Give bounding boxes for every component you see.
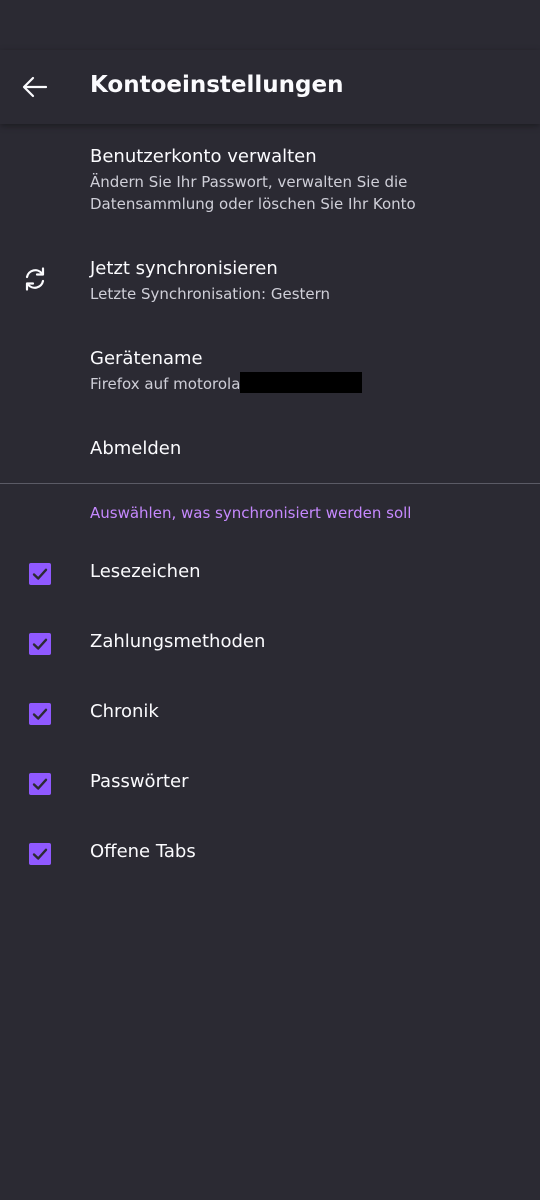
device-name-title: Gerätename xyxy=(90,348,203,369)
sync-item-history[interactable]: Chronik xyxy=(0,679,540,749)
device-name-value: Firefox auf motorola xyxy=(90,372,510,395)
checkmark-icon xyxy=(32,638,48,650)
checkbox-checked[interactable] xyxy=(29,633,51,655)
checkmark-icon xyxy=(32,568,48,580)
checkbox-checked[interactable] xyxy=(29,773,51,795)
checkbox-checked[interactable] xyxy=(29,563,51,585)
sync-item-passwords[interactable]: Passwörter xyxy=(0,749,540,819)
back-button[interactable] xyxy=(10,62,60,112)
sync-now-title: Jetzt synchronisieren xyxy=(90,258,278,279)
manage-account-summary: Ändern Sie Ihr Passwort, verwalten Sie d… xyxy=(90,173,416,213)
sync-item-label: Passwörter xyxy=(90,771,189,792)
manage-account-title: Benutzerkonto verwalten xyxy=(90,146,317,167)
sync-item-label: Lesezeichen xyxy=(90,561,201,582)
checkmark-icon xyxy=(32,848,48,860)
sync-item-open-tabs[interactable]: Offene Tabs xyxy=(0,819,540,889)
status-bar xyxy=(0,0,540,50)
toolbar: Kontoeinstellungen xyxy=(0,50,540,124)
section-divider xyxy=(0,483,540,484)
page-title: Kontoeinstellungen xyxy=(90,72,344,98)
sync-icon xyxy=(25,267,45,291)
checkbox-checked[interactable] xyxy=(29,843,51,865)
checkmark-icon xyxy=(32,708,48,720)
checkbox-checked[interactable] xyxy=(29,703,51,725)
sync-now-item[interactable]: Jetzt synchronisieren Letzte Synchronisa… xyxy=(0,244,540,320)
sync-item-label: Chronik xyxy=(90,701,159,722)
sign-out-item[interactable]: Abmelden xyxy=(0,424,540,482)
sync-item-label: Zahlungsmethoden xyxy=(90,631,266,652)
sign-out-title: Abmelden xyxy=(90,438,182,459)
manage-account-item[interactable]: Benutzerkonto verwalten Ändern Sie Ihr P… xyxy=(0,124,540,234)
sync-item-bookmarks[interactable]: Lesezeichen xyxy=(0,539,540,609)
sync-item-payment-methods[interactable]: Zahlungsmethoden xyxy=(0,609,540,679)
device-name-item[interactable]: Gerätename Firefox auf motorola xyxy=(0,334,540,410)
sync-section-header: Auswählen, was synchronisiert werden sol… xyxy=(90,504,412,522)
arrow-left-icon xyxy=(22,76,48,98)
checkmark-icon xyxy=(32,778,48,790)
redacted-block xyxy=(240,372,363,393)
device-name-text: Firefox auf motorola xyxy=(90,375,241,393)
sync-now-summary: Letzte Synchronisation: Gestern xyxy=(90,285,331,303)
sync-item-label: Offene Tabs xyxy=(90,841,196,862)
